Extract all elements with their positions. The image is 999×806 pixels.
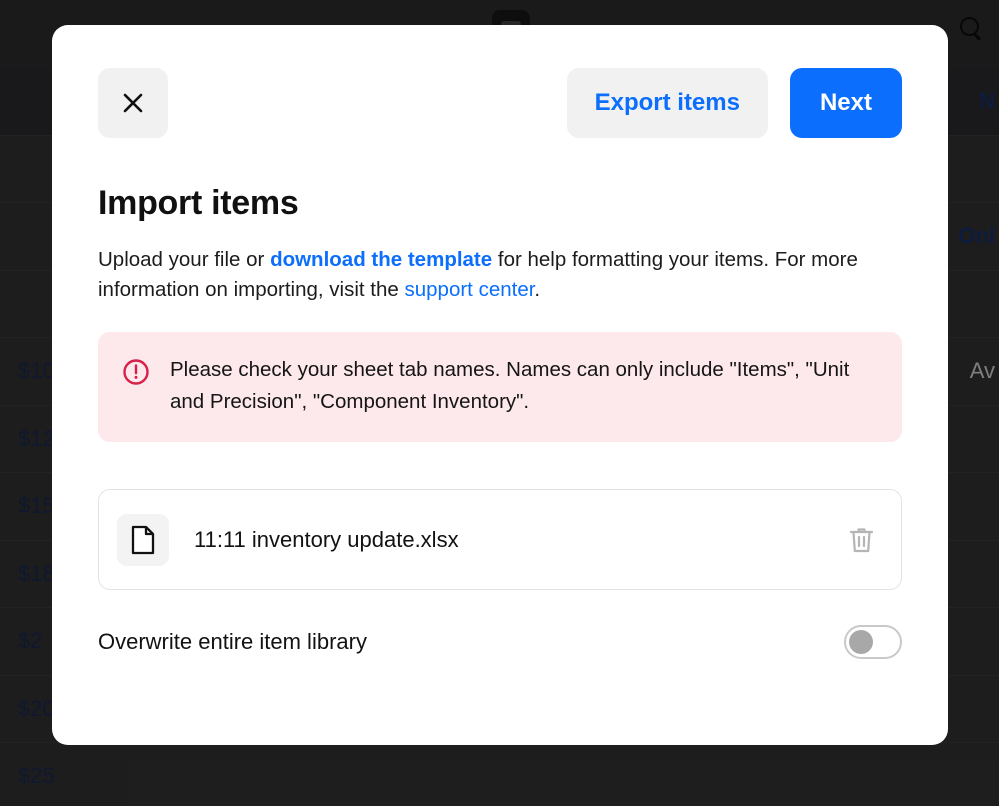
- desc-text-part3: .: [534, 278, 541, 301]
- desc-text-part1: Upload your file or: [98, 248, 271, 271]
- next-button[interactable]: Next: [789, 68, 902, 138]
- error-message: Please check your sheet tab names. Names…: [170, 358, 850, 413]
- export-items-button[interactable]: Export items: [566, 68, 768, 138]
- uploaded-file-row: 11:11 inventory update.xlsx: [98, 489, 902, 590]
- trash-icon: [849, 527, 874, 552]
- overwrite-library-label: Overwrite entire item library: [98, 629, 367, 654]
- overwrite-library-row: Overwrite entire item library: [98, 625, 902, 659]
- close-button[interactable]: [98, 68, 168, 138]
- close-icon: [123, 93, 143, 113]
- overwrite-library-toggle[interactable]: [844, 625, 902, 659]
- modal-description: Upload your file or download the templat…: [98, 245, 888, 305]
- error-banner: Please check your sheet tab names. Names…: [98, 332, 902, 442]
- file-name: 11:11 inventory update.xlsx: [194, 526, 459, 552]
- support-center-link[interactable]: support center: [405, 278, 535, 301]
- import-items-modal: Export items Next Import items Upload yo…: [52, 25, 948, 745]
- delete-file-button[interactable]: [844, 521, 879, 559]
- page-title: Import items: [98, 184, 299, 222]
- download-template-link[interactable]: download the template: [270, 248, 492, 271]
- document-icon: [117, 513, 169, 566]
- modal-header: Export items Next: [98, 68, 902, 138]
- error-circle-icon: [122, 358, 150, 391]
- toggle-knob: [849, 630, 873, 654]
- header-actions: Export items Next: [566, 68, 902, 138]
